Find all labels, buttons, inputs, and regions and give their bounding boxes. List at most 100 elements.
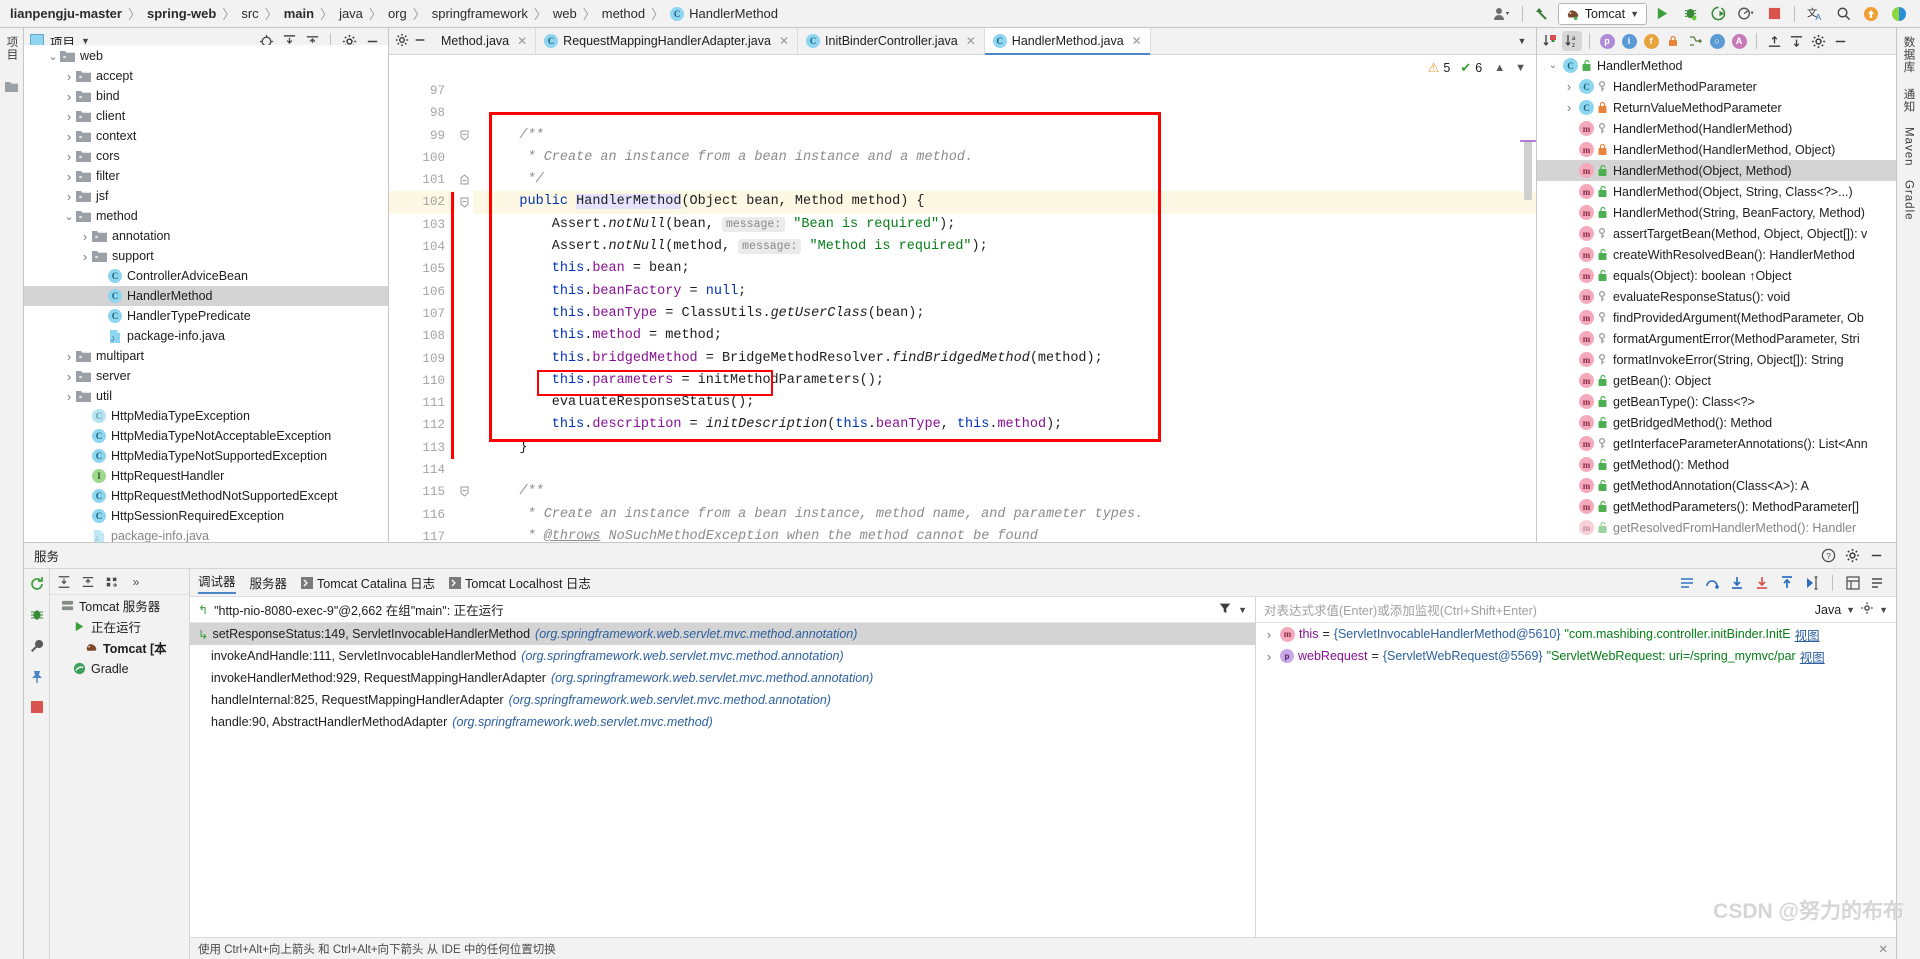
chevron-up-icon[interactable]: ▲: [1494, 62, 1505, 74]
group-icon[interactable]: [102, 572, 122, 592]
settings-icon[interactable]: [1842, 546, 1862, 566]
structure-row[interactable]: m HandlerMethod(HandlerMethod): [1537, 118, 1896, 139]
hide-panel-icon[interactable]: [1866, 546, 1886, 566]
editor-tab-0[interactable]: Method.java ✕: [433, 28, 537, 54]
update-icon[interactable]: [1858, 3, 1884, 25]
variable-list[interactable]: › m this = {ServletInvocableHandlerMethod@56…: [1256, 623, 1896, 667]
chevron-down-icon[interactable]: ▼: [1515, 62, 1526, 74]
back-arrow-icon[interactable]: [1530, 3, 1556, 25]
breadcrumb-item-2[interactable]: src: [241, 6, 258, 21]
code-editor[interactable]: 97 98 99 100 101 102 103 104 105 106 107 108 109 110 1…: [389, 80, 1536, 542]
debugger-tab-1[interactable]: 服务器: [250, 573, 288, 592]
translate-icon[interactable]: 文A: [1802, 3, 1828, 25]
frame-row[interactable]: invokeHandlerMethod:929, RequestMappingH…: [190, 667, 1255, 689]
code-content[interactable]: /** * Create an instance from a bean ins…: [473, 80, 1536, 542]
breadcrumb-item-5[interactable]: org: [388, 6, 407, 21]
structure-row[interactable]: m HandlerMethod(Object, String, Class<?>.…: [1537, 181, 1896, 202]
structure-row[interactable]: m findProvidedArgument(MethodParameter, O…: [1537, 307, 1896, 328]
structure-row[interactable]: m getMethodAnnotation(Class<A>): A: [1537, 475, 1896, 496]
structure-row[interactable]: m getBridgedMethod(): Method: [1537, 412, 1896, 433]
fold-marker[interactable]: [459, 197, 470, 208]
stop-icon[interactable]: [1761, 3, 1787, 25]
variable-row[interactable]: › m this = {ServletInvocableHandlerMethod@56…: [1256, 623, 1896, 645]
frame-row[interactable]: handle:90, AbstractHandlerMethodAdapter (…: [190, 711, 1255, 733]
structure-row[interactable]: m getInterfaceParameterAnnotations(): Lis…: [1537, 433, 1896, 454]
evaluate-placeholder[interactable]: 对表达式求值(Enter)或添加监视(Ctrl+Shift+Enter): [1264, 600, 1537, 619]
chevron-right-icon[interactable]: ›: [62, 169, 76, 184]
chevron-right-icon[interactable]: ›: [62, 129, 76, 144]
show-inherited-icon[interactable]: i: [1619, 31, 1639, 51]
tree-row[interactable]: › cors: [24, 146, 388, 166]
chevron-down-icon-2[interactable]: ▼: [1879, 605, 1888, 615]
chevron-right-icon[interactable]: ›: [1262, 627, 1276, 642]
rail-item-gradle[interactable]: Gradle: [1903, 180, 1915, 221]
tree-row[interactable]: C HttpMediaTypeNotSupportedException: [24, 446, 388, 466]
wrench-icon[interactable]: [29, 638, 45, 657]
editor-tab-2[interactable]: C InitBinderController.java ✕: [798, 28, 985, 54]
breadcrumb-item-6[interactable]: springframework: [432, 6, 528, 21]
chevron-right-icon[interactable]: ›: [62, 149, 76, 164]
evaluate-expression-icon[interactable]: [1843, 573, 1863, 593]
hide-panel-icon[interactable]: [413, 33, 427, 50]
chevron-right-icon[interactable]: ›: [78, 229, 92, 244]
chevron-right-icon[interactable]: ›: [62, 369, 76, 384]
services-item[interactable]: 正在运行: [50, 616, 189, 637]
debug-icon[interactable]: [1677, 3, 1703, 25]
run-icon[interactable]: [1649, 3, 1675, 25]
editor-scrollbar-thumb[interactable]: [1524, 140, 1532, 200]
services-item[interactable]: Tomcat [本: [50, 637, 189, 658]
debugger-tab-3[interactable]: Tomcat Localhost 日志: [449, 573, 591, 592]
frame-list[interactable]: ↳ setResponseStatus:149, ServletInvocable…: [190, 623, 1255, 733]
settings-icon[interactable]: [395, 33, 409, 50]
chevron-right-icon[interactable]: ›: [78, 249, 92, 264]
breadcrumb-item-1[interactable]: spring-web: [147, 6, 216, 21]
view-link[interactable]: 视图: [1795, 625, 1820, 644]
project-tree[interactable]: ⌄ web › accept › bind › client › context › cors › fil…: [24, 45, 388, 542]
tree-row[interactable]: C ControllerAdviceBean: [24, 266, 388, 286]
close-icon[interactable]: ✕: [517, 34, 527, 48]
structure-row[interactable]: › C HandlerMethodParameter: [1537, 76, 1896, 97]
tree-row[interactable]: Jpackage-info.java: [24, 326, 388, 346]
variable-row[interactable]: › p webRequest = {ServletWebRequest@5569} "Se…: [1256, 645, 1896, 667]
stop-icon[interactable]: [30, 700, 44, 717]
tree-row[interactable]: › multipart: [24, 346, 388, 366]
debug-step-icon[interactable]: [29, 607, 45, 626]
fold-marker[interactable]: [459, 174, 470, 185]
theme-toggle-icon[interactable]: [1886, 3, 1912, 25]
tree-row[interactable]: ⌄ method: [24, 206, 388, 226]
tree-row[interactable]: › util: [24, 386, 388, 406]
chevron-down-icon[interactable]: ▼: [1512, 31, 1532, 51]
chevron-right-icon[interactable]: ›: [1562, 79, 1576, 94]
frame-row[interactable]: handleInternal:825, RequestMappingHandle…: [190, 689, 1255, 711]
structure-row[interactable]: m formatInvokeError(String, Object[]): St…: [1537, 349, 1896, 370]
step-over-icon[interactable]: [1702, 573, 1722, 593]
services-item[interactable]: Tomcat 服务器: [50, 595, 189, 616]
tree-row[interactable]: C HandlerTypePredicate: [24, 306, 388, 326]
back-arrow-icon[interactable]: ↰: [198, 603, 208, 617]
structure-row[interactable]: m getMethodParameters(): MethodParameter[…: [1537, 496, 1896, 517]
rail-item-database[interactable]: 数据库: [1901, 36, 1917, 74]
structure-row[interactable]: m equals(Object): boolean ↑Object: [1537, 265, 1896, 286]
soft-wrap-icon[interactable]: [1677, 573, 1697, 593]
more-options-icon[interactable]: »: [126, 572, 146, 592]
structure-tree[interactable]: ⌄ C HandlerMethod › C HandlerMethodParameter ›…: [1537, 55, 1896, 542]
rail-item-maven[interactable]: Maven: [1903, 127, 1915, 167]
chevron-right-icon[interactable]: ›: [62, 89, 76, 104]
show-anonymous-icon[interactable]: ○: [1707, 31, 1727, 51]
structure-row[interactable]: m getBeanType(): Class<?>: [1537, 391, 1896, 412]
tree-row[interactable]: › support: [24, 246, 388, 266]
pin-icon[interactable]: [29, 669, 45, 688]
tree-row[interactable]: › jsf: [24, 186, 388, 206]
language-label[interactable]: Java: [1815, 603, 1841, 617]
help-icon[interactable]: ?: [1818, 546, 1838, 566]
folder-icon[interactable]: [5, 81, 18, 92]
close-icon[interactable]: ✕: [1132, 34, 1142, 48]
tree-row[interactable]: C HttpRequestMethodNotSupportedExcept: [24, 486, 388, 506]
fold-marker[interactable]: [459, 486, 470, 498]
collapse-all-icon[interactable]: [1786, 31, 1806, 51]
tree-row[interactable]: › bind: [24, 86, 388, 106]
structure-row[interactable]: m formatArgumentError(MethodParameter, St…: [1537, 328, 1896, 349]
tree-row[interactable]: › accept: [24, 66, 388, 86]
structure-row[interactable]: › C ReturnValueMethodParameter: [1537, 97, 1896, 118]
tree-row[interactable]: C HttpMediaTypeException: [24, 406, 388, 426]
